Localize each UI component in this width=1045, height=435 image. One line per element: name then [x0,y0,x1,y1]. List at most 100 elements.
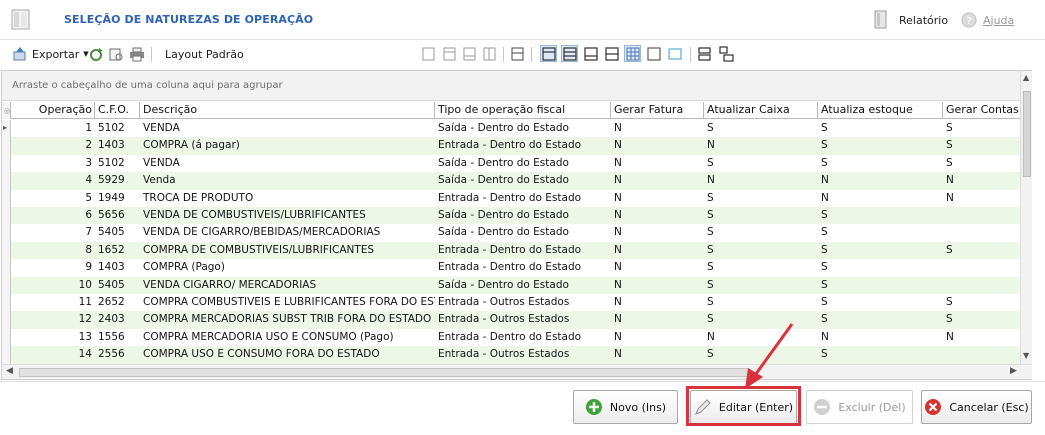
table-row[interactable]: 9 1403 COMPRA (Pago) Entrada - Dentro do Es… [2,259,1020,277]
column-header-tipo-operacao[interactable]: Tipo de operação fiscal [435,102,611,119]
row-indicator[interactable] [2,241,11,260]
report-button[interactable]: Relatório [873,9,948,31]
column-header-gerar-fatura[interactable]: Gerar Fatura [611,102,704,119]
export-label: Exportar [32,47,80,61]
view-toolbar-icons [422,46,734,62]
cell-gerar-contas [943,259,1020,276]
cell-tipo-operacao: Saída - Dentro do Estado [438,209,569,221]
table-row[interactable]: 6 5656 VENDA DE COMBUSTIVEIS/LUBRIFICANTES… [2,207,1020,225]
vertical-scrollbar[interactable]: ▲ ▼ [1020,71,1032,364]
cell-cfo: 5929 [98,174,125,187]
column-header-operacao[interactable]: Operação [11,102,95,119]
cell-cfo: 5405 [98,278,125,291]
cell-tipo-operacao: Entrada - Outros Estados [438,296,570,308]
preview-button[interactable] [108,46,124,62]
table-row[interactable]: 13 1556 COMPRA MERCADORIA USO E CONSUMO (P… [2,328,1020,347]
scroll-right-icon[interactable]: ▶ [1010,366,1017,376]
table-row[interactable]: 10 5405 VENDA CIGARRO/ MERCADORIAS Saída - … [2,276,1020,294]
table-row[interactable]: 14 2556 COMPRA USO E CONSUMO FORA DO ESTAD… [2,346,1020,364]
help-label: Ajuda [983,13,1015,27]
table-row[interactable]: 12 2403 COMPRA MERCADORIAS SUBST TRIB FORA… [2,311,1020,329]
row-indicator[interactable] [2,259,11,277]
cell-atualiza-estoque: N [821,330,829,343]
row-indicator[interactable]: ▸ [2,120,11,138]
cell-atualizar-caixa: S [707,226,714,239]
cell-cfo: 1403 [98,139,125,152]
cell-atualizar-caixa: S [707,243,714,256]
cell-cfo: 1556 [98,330,125,343]
table-row[interactable]: ▸ 1 5102 VENDA Saída - Dentro do Estado N S S S [2,120,1020,138]
refresh-icon [90,48,103,61]
table-row[interactable]: 8 1652 COMPRA DE COMBUSTIVEIS/LUBRIFICANTE… [2,241,1020,260]
help-button[interactable]: ? Ajuda [961,9,1014,31]
cell-atualiza-estoque: S [821,348,828,361]
row-indicator[interactable] [2,346,11,364]
row-indicator[interactable] [2,224,11,242]
toolbar-divider [151,47,152,62]
vertical-scroll-thumb[interactable] [1023,91,1031,177]
cell-gerar-contas [943,346,1020,363]
scroll-left-icon[interactable]: ◀ [6,366,13,376]
cell-operacao: 12 [78,313,92,326]
cell-gerar-fatura: N [614,139,622,152]
table-row[interactable]: 2 1403 COMPRA (á pagar) Entrada - Dentro do… [2,137,1020,155]
cell-descricao: COMPRA MERCADORIA USO E CONSUMO (Pago) [143,330,394,343]
delete-button-label: Excluir (Del) [838,400,906,414]
row-indicator[interactable] [2,189,11,207]
cell-gerar-contas: S [946,296,953,308]
cancel-button[interactable]: Cancelar (Esc) [921,390,1032,424]
cell-atualizar-caixa: S [707,296,714,308]
layout-label: Layout Padrão [165,47,244,61]
new-button-label: Novo (Ins) [609,400,667,414]
cell-gerar-fatura: N [614,191,622,204]
cell-cfo: 1652 [98,243,125,256]
column-header-atualiza-estoque[interactable]: Atualiza estoque [818,102,943,119]
row-indicator[interactable] [2,154,11,173]
scroll-up-icon[interactable]: ▲ [1023,73,1029,82]
row-indicator[interactable] [2,294,11,312]
row-indicator[interactable] [2,328,11,347]
column-header-descricao[interactable]: Descrição [140,102,435,119]
cell-gerar-contas: N [946,330,954,343]
group-by-panel[interactable]: Arraste o cabeçalho de uma coluna aqui p… [2,71,1020,101]
refresh-button[interactable] [88,46,104,62]
print-button[interactable] [129,46,145,62]
row-indicator[interactable] [2,276,11,294]
horizontal-scrollbar[interactable]: ◀ ▶ [2,364,1032,379]
cell-cfo: 1403 [98,261,125,274]
row-indicator[interactable] [2,172,11,190]
horizontal-scroll-thumb[interactable] [19,368,749,377]
cell-tipo-operacao: Entrada - Dentro do Estado [438,139,582,152]
row-indicator[interactable] [2,137,11,155]
help-icon: ? [961,12,977,28]
cell-operacao: 2 [85,139,92,152]
delete-button[interactable]: Excluir (Del) [806,390,913,424]
new-button[interactable]: Novo (Ins) [573,390,678,424]
layout-selector[interactable]: Layout Padrão [165,46,244,62]
cell-tipo-operacao: Saída - Dentro do Estado [438,156,569,169]
row-indicator[interactable] [2,311,11,329]
cell-tipo-operacao: Entrada - Outros Estados [438,313,570,326]
column-header-cfo[interactable]: C.F.O. [95,102,140,119]
table-row[interactable]: 4 5929 Venda Saída - Dentro do Estado N N N N [2,172,1020,190]
cell-operacao: 10 [78,278,92,291]
grid-header: ◎ Operação C.F.O. Descrição Tipo de oper… [2,102,1020,119]
annotation-arrow [745,323,794,389]
table-row[interactable]: 3 5102 VENDA Saída - Dentro do Estado N S S S [2,154,1020,173]
table-row[interactable]: 7 5405 VENDA DE CIGARRO/BEBIDAS/MERCADORIA… [2,224,1020,242]
export-icon [13,47,26,61]
table-row[interactable]: 5 1949 TROCA DE PRODUTO Entrada - Dentro do… [2,189,1020,207]
cell-gerar-contas [943,277,1020,294]
column-header-atualizar-caixa[interactable]: Atualizar Caixa [704,102,818,119]
grid-rows: ▸ 1 5102 VENDA Saída - Dentro do Estado N S S S 2… [2,120,1020,364]
column-header-gerar-contas[interactable]: Gerar Contas Pa [943,102,1020,119]
row-indicator[interactable] [2,207,11,225]
cell-cfo: 2652 [98,296,125,308]
export-button[interactable]: Exportar ▼ [12,46,89,62]
scroll-down-icon[interactable]: ▼ [1023,351,1029,360]
column-chooser-button[interactable]: ◎ [2,102,11,119]
cell-atualizar-caixa: S [707,209,714,221]
cell-operacao: 1 [85,122,92,134]
table-row[interactable]: 11 2652 COMPRA COMBUSTIVEIS E LUBRIFICANTE… [2,294,1020,312]
toolbar: Exportar ▼ Layout Padrão [0,40,1045,68]
